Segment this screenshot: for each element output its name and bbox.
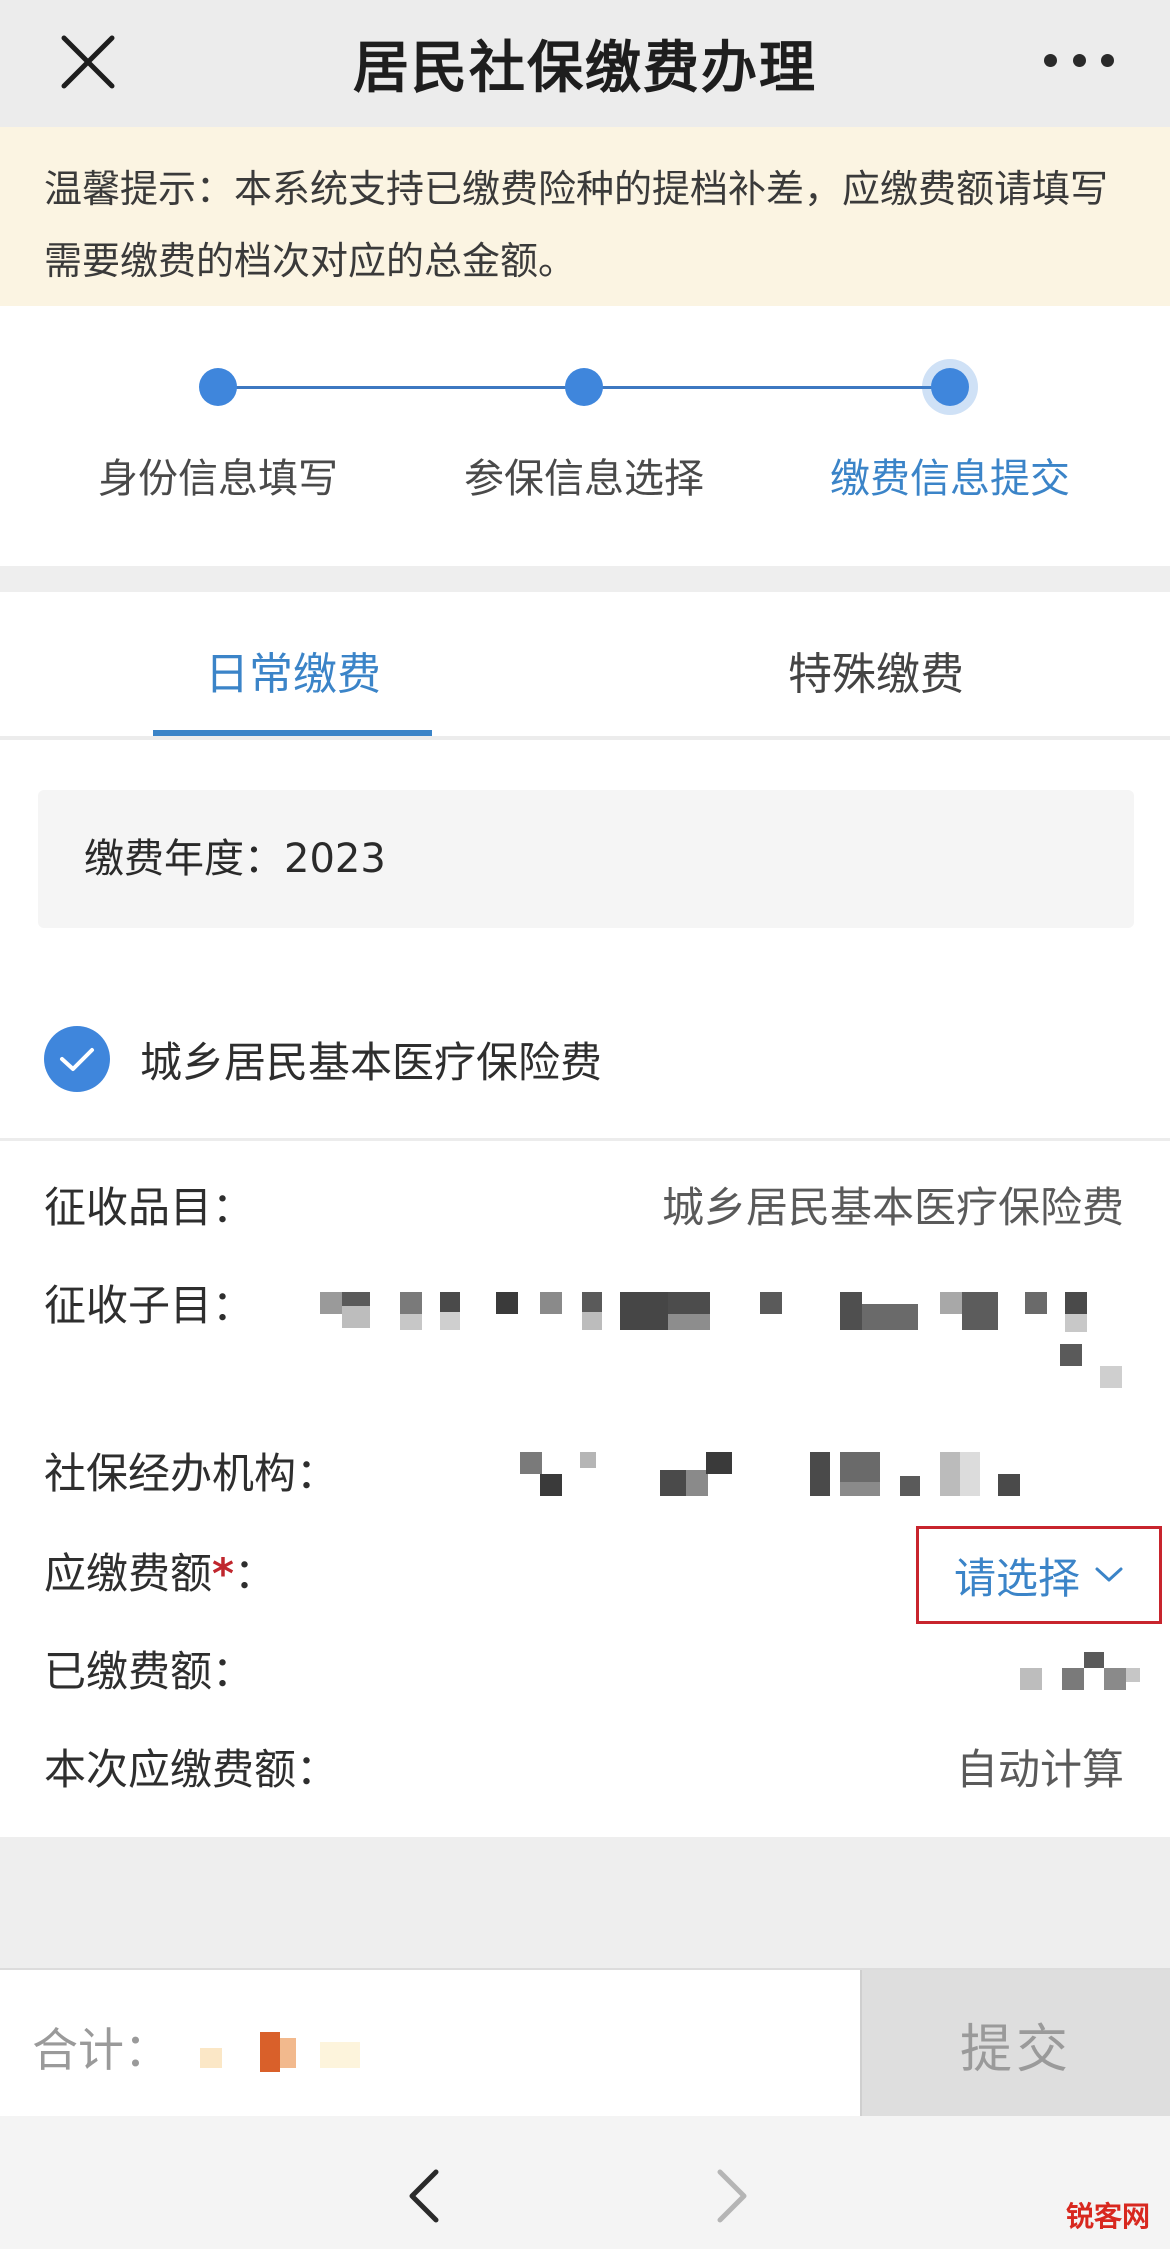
- collection-subitem-label: 征收子目：: [44, 1281, 255, 1330]
- amount-due-select[interactable]: 请选择: [916, 1526, 1162, 1624]
- browser-nav-bar: 锐客网: [0, 2116, 1170, 2249]
- section-divider: [0, 1138, 1170, 1141]
- more-options-icon[interactable]: [1044, 40, 1114, 80]
- payment-year-value: 2023: [284, 836, 386, 882]
- insurance-checkbox-row[interactable]: 城乡居民基本医疗保险费: [44, 1024, 602, 1094]
- current-due-label: 本次应缴费额：: [44, 1745, 339, 1794]
- collection-item-label: 征收品目：: [44, 1183, 255, 1232]
- current-due-value: 自动计算: [955, 1745, 1124, 1794]
- active-tab-indicator: [153, 730, 432, 736]
- notice-banner: 温馨提示：本系统支持已缴费险种的提档补差，应缴费额请填写需要缴费的档次对应的总金…: [0, 127, 1170, 306]
- insurance-type-label: 城乡居民基本医疗保险费: [140, 1037, 603, 1087]
- title-bar: 居民社保缴费办理: [0, 0, 1170, 127]
- close-icon[interactable]: [56, 30, 120, 94]
- tab-daily-payment[interactable]: 日常缴费: [143, 638, 443, 702]
- watermark-logo: 锐客网: [1065, 2200, 1150, 2233]
- total-label: 合计：: [32, 2023, 170, 2077]
- tab-special-payment[interactable]: 特殊缴费: [726, 638, 1026, 702]
- payment-tabs: 日常缴费 特殊缴费: [0, 592, 1170, 740]
- step-label-insurance: 参保信息选择: [464, 456, 704, 502]
- progress-steps: 身份信息填写 参保信息选择 缴费信息提交: [0, 306, 1170, 566]
- forward-arrow-icon[interactable]: [712, 2166, 752, 2230]
- collection-subitem-value-redacted: [320, 1292, 1130, 1402]
- collection-item-value: 城乡居民基本医疗保险费: [661, 1183, 1124, 1232]
- step-connector: [584, 386, 950, 389]
- back-arrow-icon[interactable]: [404, 2166, 444, 2230]
- step-dot-1: [199, 368, 237, 406]
- step-label-payment: 缴费信息提交: [830, 456, 1070, 502]
- checkmark-icon[interactable]: [44, 1026, 110, 1092]
- bottom-action-bar: 合计： 提交: [0, 1968, 1170, 2118]
- chevron-down-icon: [1095, 1567, 1123, 1582]
- step-dot-2: [565, 368, 603, 406]
- step-label-identity: 身份信息填写: [98, 456, 338, 502]
- payment-year-label: 缴费年度：: [84, 836, 284, 882]
- required-marker: *: [212, 1549, 234, 1598]
- amount-due-select-value: 请选择: [953, 1553, 1080, 1603]
- step-dot-3-active: [931, 368, 969, 406]
- amount-paid-value-redacted: [1010, 1652, 1140, 1700]
- amount-due-label: 应缴费额*：: [44, 1549, 276, 1598]
- submit-button[interactable]: 提交: [860, 1970, 1170, 2118]
- page-title: 居民社保缴费办理: [353, 36, 817, 101]
- amount-paid-label: 已缴费额：: [44, 1647, 255, 1696]
- agency-label: 社保经办机构：: [44, 1449, 339, 1498]
- payment-form-panel: 日常缴费 特殊缴费 缴费年度：2023 城乡居民基本医疗保险费 征收品目： 城乡…: [0, 592, 1170, 1837]
- step-connector: [218, 386, 584, 389]
- agency-value-redacted: [440, 1452, 1140, 1500]
- payment-year-field: 缴费年度：2023: [38, 790, 1134, 928]
- total-value-redacted: [200, 2032, 380, 2076]
